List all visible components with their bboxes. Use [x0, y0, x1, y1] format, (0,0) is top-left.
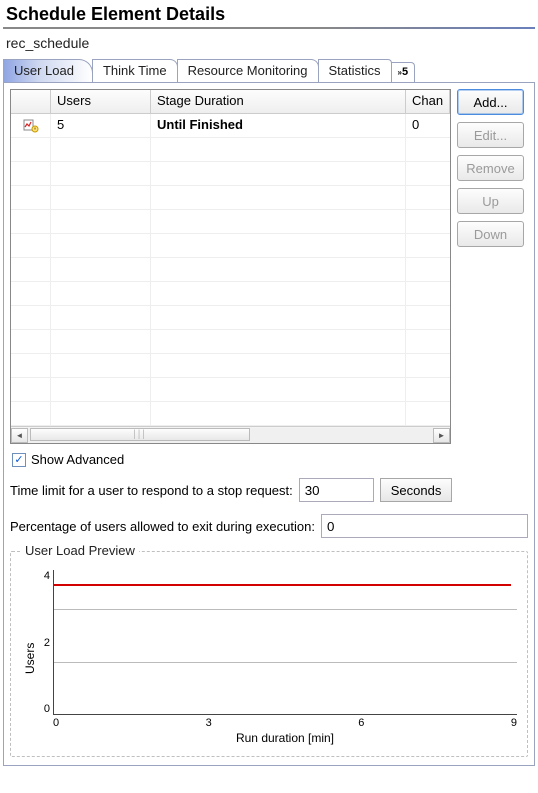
remove-button[interactable]: Remove — [457, 155, 524, 181]
grid-horizontal-scrollbar[interactable]: ◄ ||| ► — [11, 426, 450, 443]
row-change: 0 — [406, 114, 450, 138]
ytick: 4 — [44, 570, 50, 582]
plot-column: 0 3 6 9 Run duration [min] — [53, 570, 517, 746]
time-limit-row: Time limit for a user to respond to a st… — [10, 475, 528, 505]
row-users: 5 — [51, 114, 151, 138]
table-row[interactable]: 5 Until Finished 0 — [11, 114, 450, 138]
percent-exit-label: Percentage of users allowed to exit duri… — [10, 519, 315, 534]
show-advanced-label[interactable]: Show Advanced — [31, 452, 124, 467]
scroll-left-button[interactable]: ◄ — [11, 428, 28, 443]
grid-header-change[interactable]: Chan — [406, 90, 450, 113]
page-title: Schedule Element Details — [0, 0, 538, 27]
series-line — [54, 584, 511, 586]
grid-rows: 5 Until Finished 0 — [11, 114, 450, 426]
time-limit-unit-button[interactable]: Seconds — [380, 478, 453, 502]
tab-overflow-button[interactable]: »5 — [391, 62, 416, 82]
gridline — [54, 662, 517, 663]
percent-exit-input[interactable] — [321, 514, 528, 538]
xticks: 0 3 6 9 — [53, 715, 517, 729]
main-panel: User Load Think Time Resource Monitoring… — [3, 59, 535, 766]
ytick: 0 — [44, 703, 50, 715]
tab-statistics[interactable]: Statistics — [318, 59, 392, 82]
scroll-right-button[interactable]: ► — [433, 428, 450, 443]
tab-user-load[interactable]: User Load — [3, 59, 93, 82]
stages-grid[interactable]: Users Stage Duration Chan — [11, 90, 450, 426]
percent-exit-row: Percentage of users allowed to exit duri… — [10, 511, 528, 541]
stages-section: Users Stage Duration Chan — [10, 89, 528, 444]
down-button[interactable]: Down — [457, 221, 524, 247]
chart-xlabel: Run duration [min] — [53, 729, 517, 745]
schedule-name: rec_schedule — [0, 35, 538, 57]
tab-think-time[interactable]: Think Time — [92, 59, 178, 82]
grid-header-row: Users Stage Duration Chan — [11, 90, 450, 114]
overflow-count: 5 — [402, 66, 408, 78]
stages-grid-wrap: Users Stage Duration Chan — [10, 89, 451, 444]
xtick: 3 — [206, 717, 212, 729]
show-advanced-row: ✓ Show Advanced — [10, 450, 528, 469]
scroll-thumb[interactable]: ||| — [30, 428, 250, 441]
user-load-preview: User Load Preview Users 4 2 0 — [10, 551, 528, 757]
grid-header-users[interactable]: Users — [51, 90, 151, 113]
xtick: 6 — [358, 717, 364, 729]
show-advanced-checkbox[interactable]: ✓ — [12, 453, 26, 467]
stage-button-column: Add... Edit... Remove Up Down — [457, 89, 524, 444]
tab-user-load-body: Users Stage Duration Chan — [3, 82, 535, 766]
scroll-track[interactable]: ||| — [28, 428, 433, 443]
grid-header-duration[interactable]: Stage Duration — [151, 90, 406, 113]
plot-area — [53, 570, 517, 715]
ytick: 2 — [44, 637, 50, 649]
title-separator — [3, 27, 535, 29]
add-button[interactable]: Add... — [457, 89, 524, 115]
tab-resource-monitoring[interactable]: Resource Monitoring — [177, 59, 319, 82]
chart-yaxis: 4 2 0 — [37, 570, 53, 715]
chart: Users 4 2 0 0 3 — [21, 570, 517, 746]
edit-button[interactable]: Edit... — [457, 122, 524, 148]
xtick: 0 — [53, 717, 59, 729]
chart-ylabel: Users — [21, 570, 37, 746]
up-button[interactable]: Up — [457, 188, 524, 214]
xtick: 9 — [511, 717, 517, 729]
chart-xaxis: 0 3 6 9 Run duration [min] — [53, 715, 517, 746]
tab-bar: User Load Think Time Resource Monitoring… — [3, 59, 535, 82]
gridline — [54, 609, 517, 610]
stage-icon — [11, 114, 51, 138]
time-limit-input[interactable] — [299, 478, 374, 502]
grid-header-icon[interactable] — [11, 90, 51, 113]
row-duration: Until Finished — [151, 114, 406, 138]
preview-title: User Load Preview — [21, 543, 139, 558]
time-limit-label: Time limit for a user to respond to a st… — [10, 483, 293, 498]
